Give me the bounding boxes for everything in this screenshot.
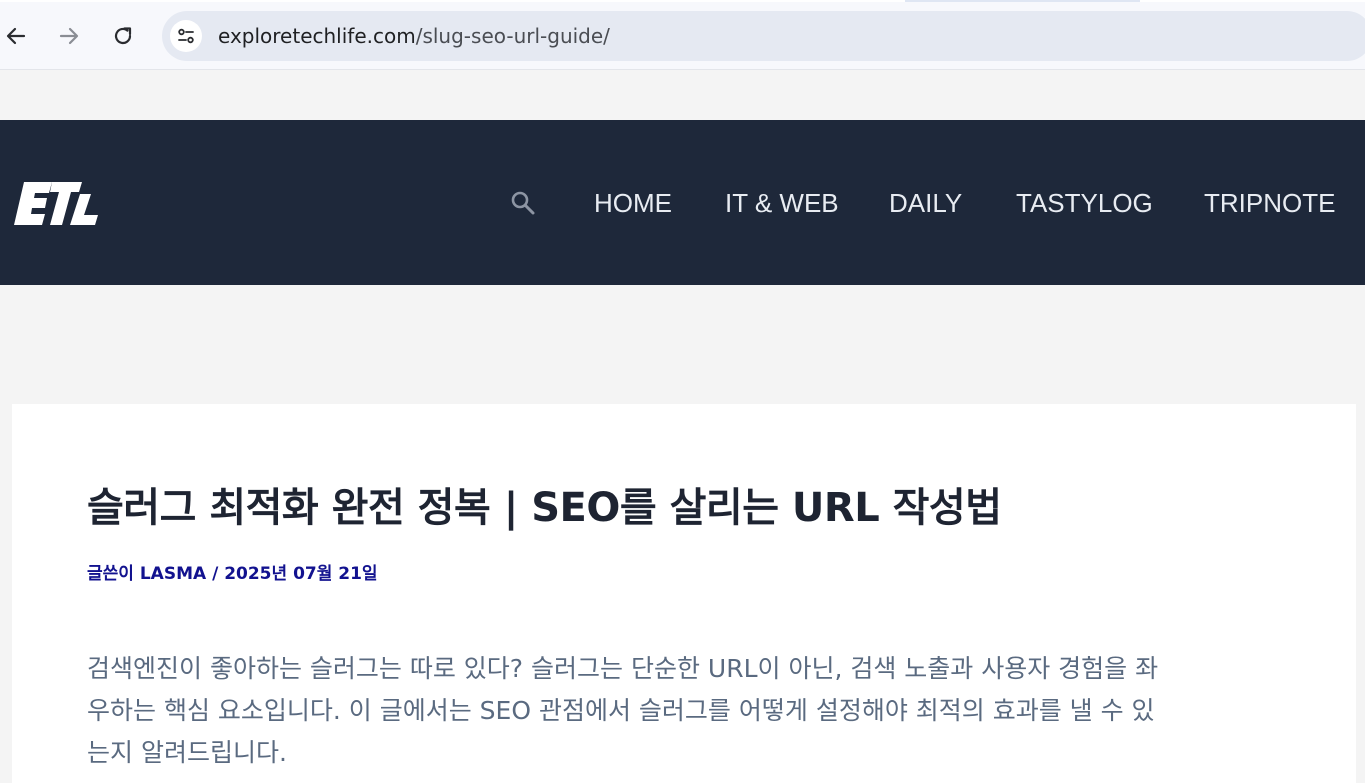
nav-item-daily[interactable]: DAILY <box>889 186 962 220</box>
address-bar[interactable]: exploretechlife.com/slug-seo-url-guide/ <box>162 11 1365 61</box>
nav-item-home[interactable]: HOME <box>594 186 672 220</box>
article-excerpt: 검색엔진이 좋아하는 슬러그는 따로 있다? 슬러그는 단순한 URL이 아닌,… <box>87 648 1282 774</box>
site-logo[interactable] <box>12 172 102 234</box>
article-title: 슬러그 최적화 완전 정복 | SEO를 살리는 URL 작성법 <box>87 485 1002 531</box>
article-card: 슬러그 최적화 완전 정복 | SEO를 살리는 URL 작성법 글쓴이 LAS… <box>12 404 1356 783</box>
search-icon[interactable] <box>510 190 536 216</box>
nav-item-tastylog[interactable]: TASTYLOG <box>1016 186 1153 220</box>
back-button[interactable] <box>2 22 30 50</box>
reload-button[interactable] <box>109 22 137 50</box>
tune-icon <box>178 28 194 44</box>
url-path: /slug-seo-url-guide/ <box>415 24 610 48</box>
forward-button[interactable] <box>55 22 83 50</box>
reload-icon <box>114 27 132 45</box>
site-info-button[interactable] <box>170 20 202 52</box>
excerpt-line: 는지 알려드립니다. <box>87 738 287 767</box>
browser-toolbar: exploretechlife.com/slug-seo-url-guide/ <box>0 0 1365 70</box>
excerpt-line: 검색엔진이 좋아하는 슬러그는 따로 있다? 슬러그는 단순한 URL이 아닌,… <box>87 654 1159 683</box>
tab-strip-edge <box>0 0 1365 2</box>
url-domain: exploretechlife.com <box>218 24 416 48</box>
url-text[interactable]: exploretechlife.com/slug-seo-url-guide/ <box>218 24 610 48</box>
site-header: HOME IT & WEB DAILY TASTYLOG TRIPNOTE <box>0 120 1365 285</box>
article-meta[interactable]: 글쓴이 LASMA / 2025년 07월 21일 <box>87 562 378 586</box>
nav-item-it-web[interactable]: IT & WEB <box>725 186 839 220</box>
nav-item-tripnote[interactable]: TRIPNOTE <box>1204 186 1335 220</box>
arrow-left-icon <box>6 27 26 45</box>
arrow-right-icon <box>59 27 79 45</box>
excerpt-line: 우하는 핵심 요소입니다. 이 글에서는 SEO 관점에서 슬러그를 어떻게 설… <box>87 696 1155 725</box>
